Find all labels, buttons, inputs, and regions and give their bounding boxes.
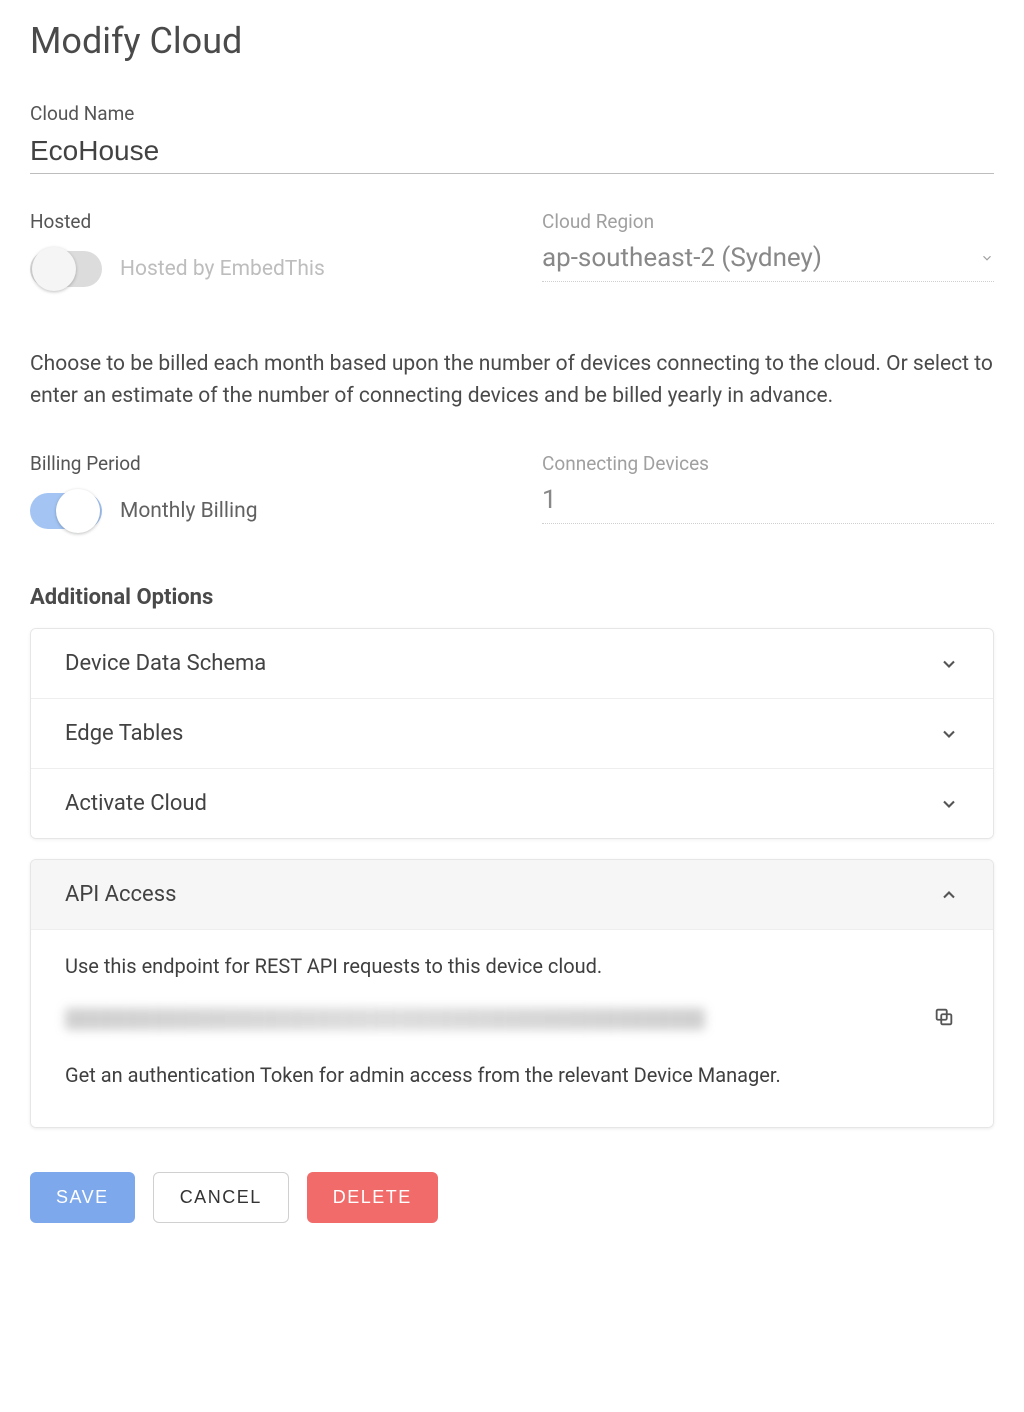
api-access-intro: Use this endpoint for REST API requests … xyxy=(65,954,959,978)
panel-activate-cloud[interactable]: Activate Cloud xyxy=(31,769,993,838)
billing-period-toggle-label: Monthly Billing xyxy=(120,499,258,523)
panel-api-access-body: Use this endpoint for REST API requests … xyxy=(31,930,993,1127)
hosted-field: Hosted Hosted by EmbedThis xyxy=(30,210,482,293)
chevron-down-icon xyxy=(939,794,959,814)
cloud-region-value: ap-southeast-2 (Sydney) xyxy=(542,243,822,273)
billing-period-label: Billing Period xyxy=(30,452,482,475)
options-accordion: Device Data Schema Edge Tables Activate … xyxy=(30,628,994,839)
connecting-devices-label: Connecting Devices xyxy=(542,452,994,475)
panel-title: Activate Cloud xyxy=(65,791,207,816)
cloud-name-input[interactable] xyxy=(30,133,994,174)
copy-button[interactable] xyxy=(929,1002,959,1035)
cloud-region-label: Cloud Region xyxy=(542,210,994,233)
panel-api-access-header[interactable]: API Access xyxy=(31,860,993,930)
api-endpoint-redacted xyxy=(65,1008,705,1030)
billing-description: Choose to be billed each month based upo… xyxy=(30,349,994,412)
cloud-region-select[interactable]: ap-southeast-2 (Sydney) xyxy=(542,241,994,282)
connecting-devices-value: 1 xyxy=(542,483,994,524)
billing-period-toggle[interactable] xyxy=(30,487,102,535)
api-access-note: Get an authentication Token for admin ac… xyxy=(65,1063,959,1087)
panel-title: Device Data Schema xyxy=(65,651,266,676)
panel-title: API Access xyxy=(65,882,176,907)
hosted-toggle-label: Hosted by EmbedThis xyxy=(120,257,325,281)
additional-options-heading: Additional Options xyxy=(30,585,994,610)
copy-icon xyxy=(933,1016,955,1031)
panel-title: Edge Tables xyxy=(65,721,183,746)
page-title: Modify Cloud xyxy=(30,20,994,62)
cloud-name-label: Cloud Name xyxy=(30,102,994,125)
panel-device-data-schema[interactable]: Device Data Schema xyxy=(31,629,993,699)
chevron-down-icon xyxy=(939,724,959,744)
delete-button[interactable]: DELETE xyxy=(307,1172,438,1223)
cloud-name-field: Cloud Name xyxy=(30,102,994,174)
connecting-devices-field: Connecting Devices 1 xyxy=(542,452,994,535)
panel-api-access: API Access Use this endpoint for REST AP… xyxy=(30,859,994,1128)
panel-edge-tables[interactable]: Edge Tables xyxy=(31,699,993,769)
hosted-toggle[interactable] xyxy=(30,245,102,293)
form-actions: SAVE CANCEL DELETE xyxy=(30,1172,994,1223)
cancel-button[interactable]: CANCEL xyxy=(153,1172,289,1223)
billing-period-field: Billing Period Monthly Billing xyxy=(30,452,482,535)
chevron-down-icon xyxy=(980,251,994,265)
save-button[interactable]: SAVE xyxy=(30,1172,135,1223)
chevron-down-icon xyxy=(939,654,959,674)
chevron-up-icon xyxy=(939,885,959,905)
hosted-label: Hosted xyxy=(30,210,482,233)
cloud-region-field: Cloud Region ap-southeast-2 (Sydney) xyxy=(542,210,994,293)
